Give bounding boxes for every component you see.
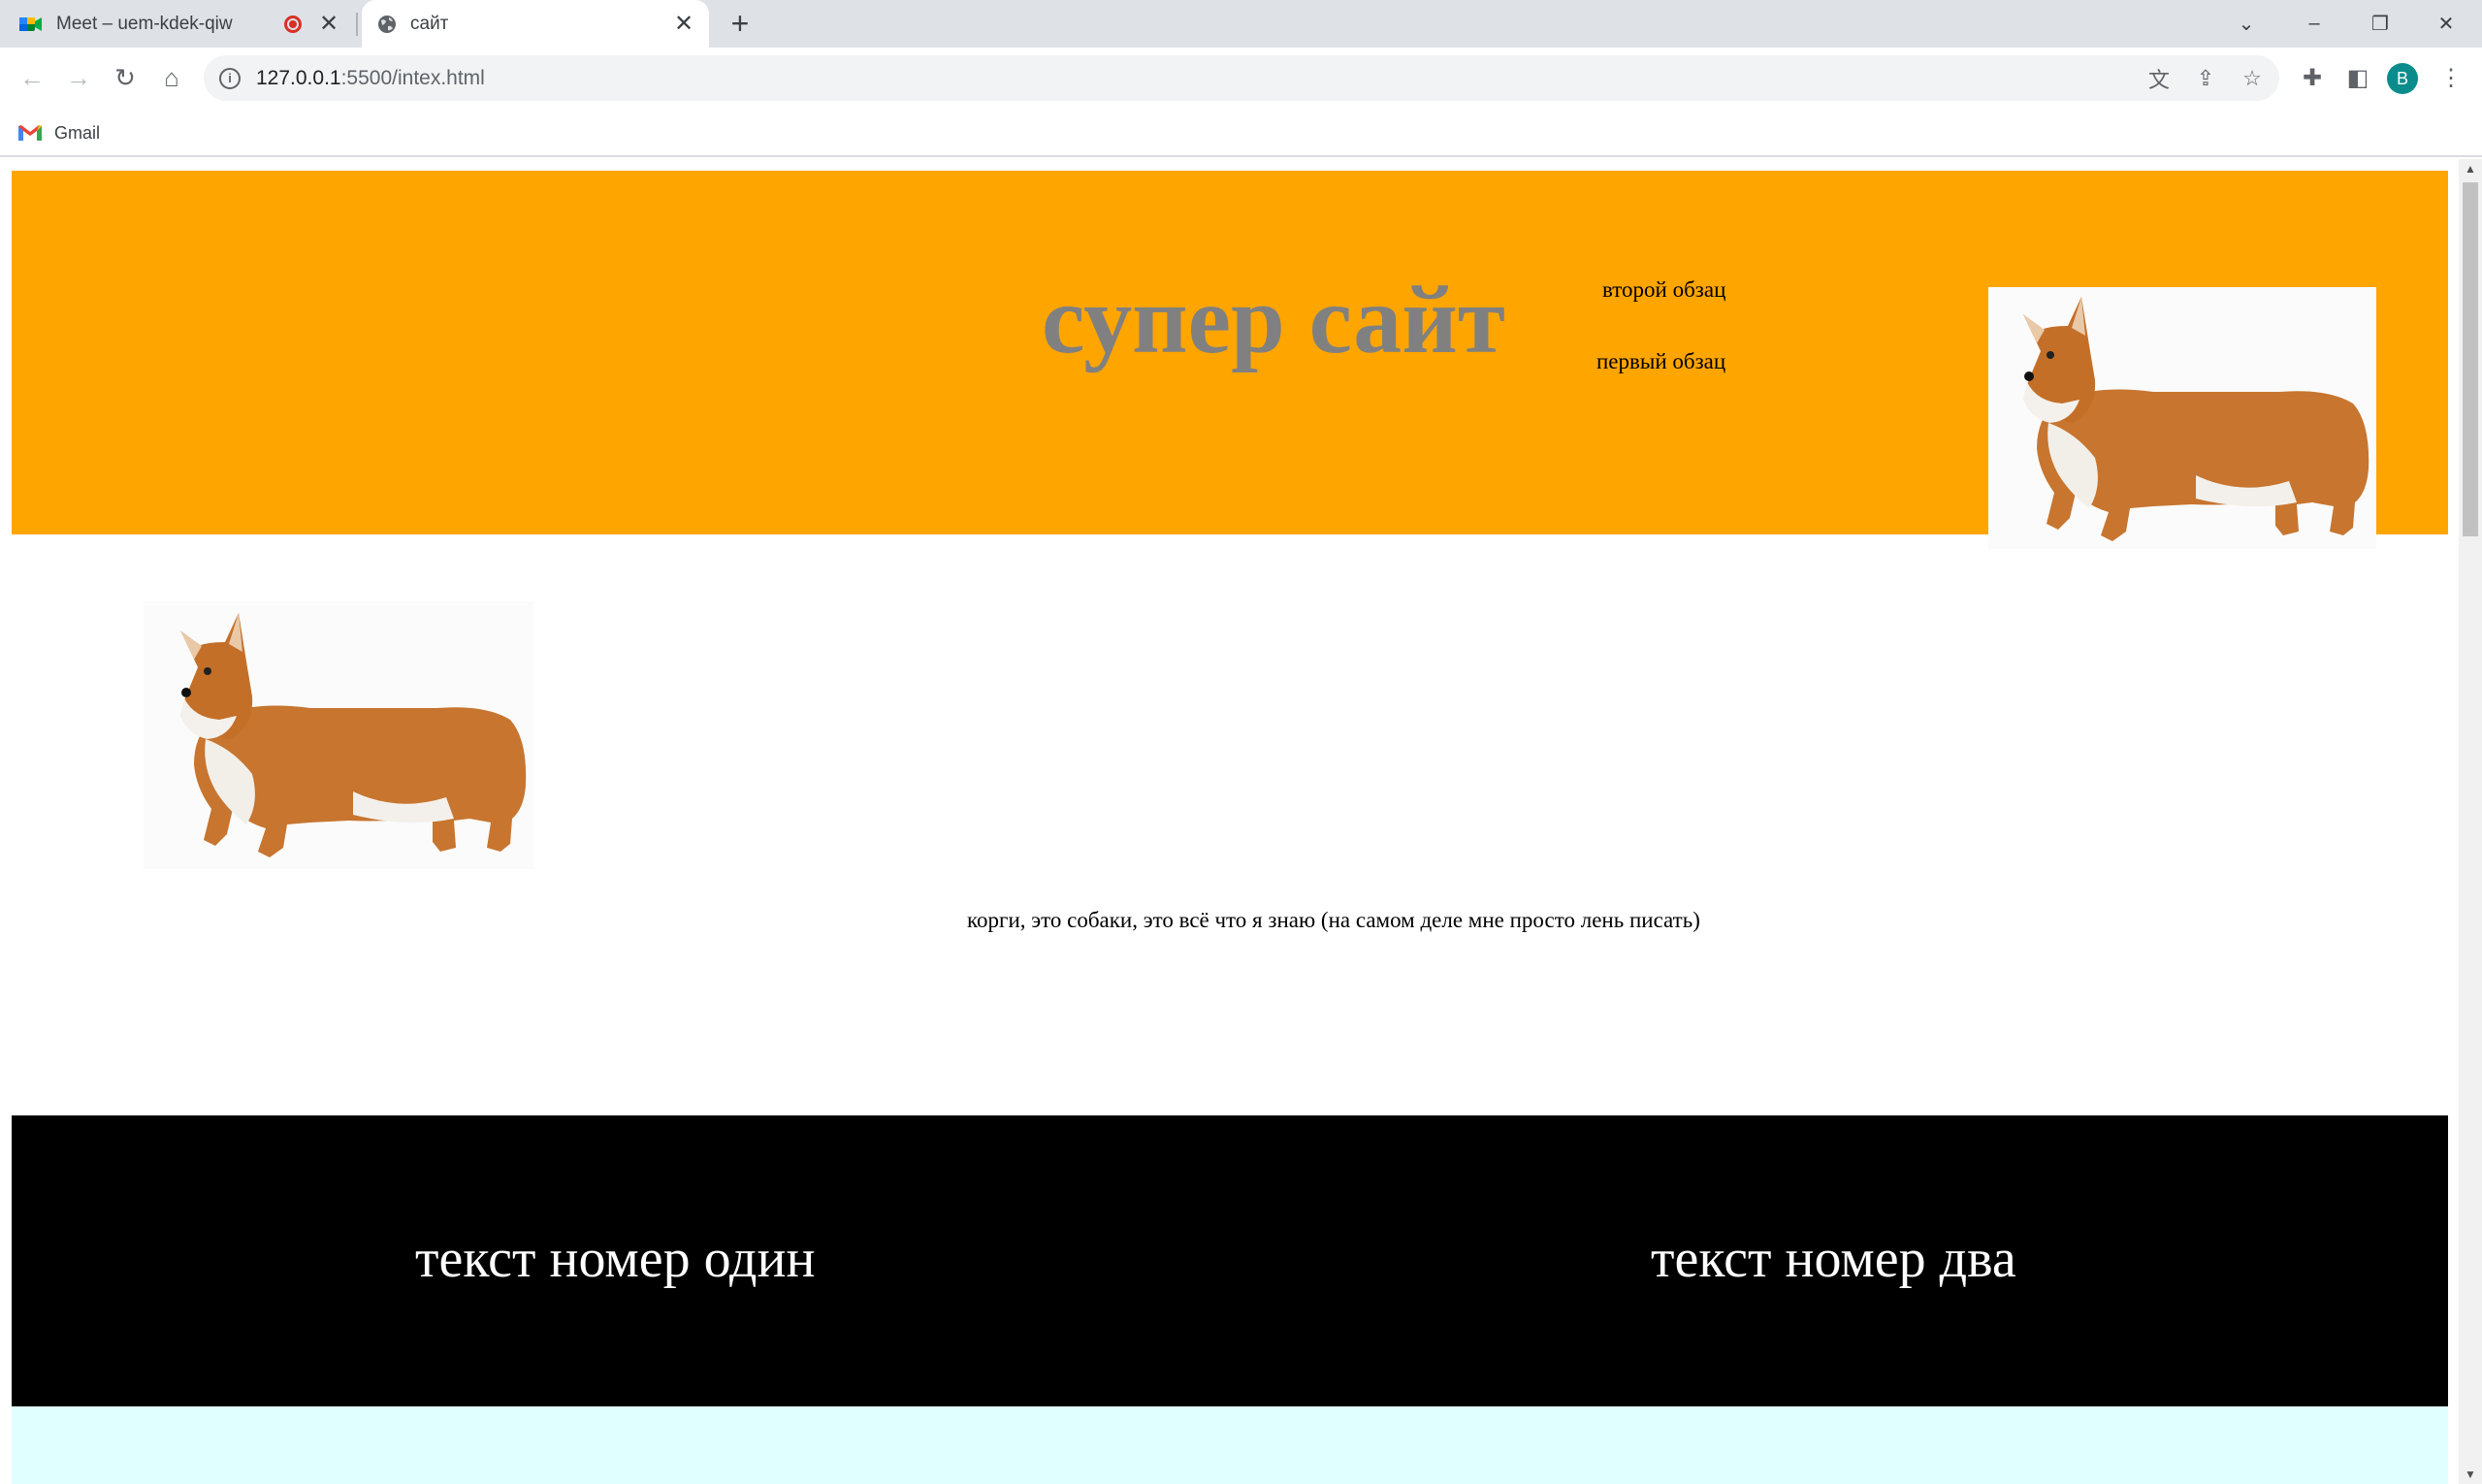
- globe-icon: [378, 15, 396, 33]
- menu-kebab-icon[interactable]: ⋮: [2431, 57, 2471, 98]
- back-arrow-icon[interactable]: ←: [12, 57, 52, 98]
- footer-section: текст номер один текст номер два: [12, 1115, 2448, 1406]
- footer-text-two: текст номер два: [1651, 1229, 2016, 1289]
- url-path: :5500/intex.html: [340, 66, 485, 89]
- scroll-thumb[interactable]: [2463, 182, 2478, 536]
- close-tab-icon[interactable]: ✕: [670, 11, 697, 38]
- page-title: супер сайт: [1042, 266, 1506, 373]
- close-window-icon[interactable]: ✕: [2413, 0, 2479, 48]
- scroll-down-icon[interactable]: ▼: [2459, 1465, 2482, 1484]
- site-info-icon[interactable]: i: [219, 67, 241, 89]
- corgi-image: [1988, 287, 2376, 549]
- new-tab-button[interactable]: +: [724, 8, 757, 41]
- profile-avatar[interactable]: B: [2387, 63, 2418, 94]
- corgi-image: [144, 601, 533, 869]
- bookmark-star-icon[interactable]: ☆: [2239, 65, 2266, 92]
- bookmarks-bar: Gmail: [0, 109, 2482, 157]
- restore-icon[interactable]: ❐: [2347, 0, 2413, 48]
- tab-separator: [356, 13, 358, 36]
- share-icon[interactable]: ⇪: [2192, 65, 2219, 92]
- close-tab-icon[interactable]: ✕: [315, 11, 342, 38]
- google-meet-icon: [19, 16, 42, 31]
- footer-text-one: текст номер один: [415, 1229, 816, 1289]
- tab-search-icon[interactable]: ⌄: [2213, 0, 2279, 48]
- minimize-icon[interactable]: –: [2281, 0, 2347, 48]
- tab-strip: Meet – uem-kdek-qiw ✕ сайт ✕ + ⌄ – ❐ ✕: [0, 0, 2482, 48]
- gmail-icon: [18, 125, 42, 141]
- corgi-description: корги, это собаки, это всё что я знаю (н…: [967, 908, 1700, 932]
- scroll-up-icon[interactable]: ▲: [2459, 159, 2482, 178]
- recording-icon: [284, 15, 302, 33]
- tab-site-title: сайт: [410, 13, 449, 34]
- paragraph-two: второй обзац: [1602, 277, 1726, 302]
- forward-arrow-icon[interactable]: →: [58, 57, 99, 98]
- tab-meet[interactable]: Meet – uem-kdek-qiw ✕: [19, 0, 354, 48]
- url-host: 127.0.0.1: [256, 66, 341, 89]
- bookmark-gmail-label: Gmail: [54, 122, 101, 143]
- url-text: 127.0.0.1:5500/intex.html: [256, 67, 485, 90]
- tab-site[interactable]: сайт ✕: [362, 0, 709, 48]
- tab-meet-title: Meet – uem-kdek-qiw: [56, 13, 233, 34]
- extensions-icon[interactable]: ✚: [2292, 57, 2333, 98]
- bookmark-gmail[interactable]: Gmail: [17, 118, 100, 147]
- translate-icon[interactable]: 文: [2145, 65, 2173, 92]
- paragraph-one: первый обзац: [1596, 349, 1726, 373]
- home-icon[interactable]: ⌂: [151, 57, 192, 98]
- page-scrollbar[interactable]: ▲ ▼: [2459, 159, 2482, 1484]
- reload-icon[interactable]: ↻: [105, 57, 145, 98]
- side-panel-icon[interactable]: ◧: [2337, 57, 2378, 98]
- browser-toolbar: ← → ↻ ⌂ i 127.0.0.1:5500/intex.html 文 ⇪ …: [0, 48, 2482, 109]
- bottom-section: [12, 1406, 2448, 1484]
- address-bar[interactable]: i 127.0.0.1:5500/intex.html 文 ⇪ ☆: [204, 55, 2279, 101]
- page-viewport: супер сайт второй обзац первый обзац кор…: [0, 159, 2459, 1484]
